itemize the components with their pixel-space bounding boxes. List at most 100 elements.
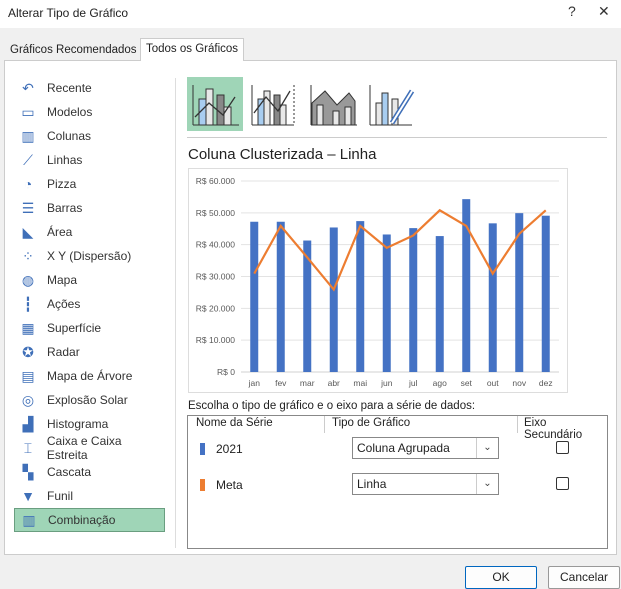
line-chart-icon: ⟋ <box>23 151 33 168</box>
sidebar-item--rea[interactable]: ◣ Área <box>14 220 165 244</box>
column-chart-icon: ▥ <box>21 127 35 144</box>
x-tick-label: ago <box>433 378 447 388</box>
sidebar-item-barras[interactable]: ☰ Barras <box>14 196 165 220</box>
secondary-axis-checkbox[interactable] <box>556 441 569 454</box>
x-tick-label: jul <box>408 378 418 388</box>
header-series-name: Nome da Série <box>196 417 273 429</box>
x-tick-label: jun <box>380 378 393 388</box>
y-tick-label: R$ 20.000 <box>196 303 235 313</box>
bar-jan <box>250 221 259 372</box>
y-tick-label: R$ 30.000 <box>196 272 235 282</box>
sidebar-item-x-y-dispers-o-[interactable]: ⁘ X Y (Dispersão) <box>14 244 165 268</box>
subtype-clustered-column-line[interactable] <box>187 77 243 131</box>
close-button[interactable]: ✕ <box>598 3 610 20</box>
sidebar-item-recente[interactable]: ↶ Recente <box>14 76 165 100</box>
header-chart-type: Tipo de Gráfico <box>332 417 411 429</box>
box-whisker-icon: ⌶ <box>23 439 33 456</box>
sidebar-item-label: Ações <box>47 297 81 311</box>
x-tick-label: mar <box>300 378 315 388</box>
x-tick-label: set <box>461 378 473 388</box>
sidebar-item-caixa-e-caixa-estreita[interactable]: ⌶ Caixa e Caixa Estreita <box>14 434 165 462</box>
y-tick-label: R$ 40.000 <box>196 240 235 250</box>
divider <box>175 78 176 548</box>
y-tick-label: R$ 10.000 <box>196 335 235 345</box>
chart-preview-title: Coluna Clusterizada – Linha <box>188 146 377 163</box>
sidebar-item-combina-o[interactable]: ▥ Combinação <box>14 508 165 532</box>
sidebar-item-label: Histograma <box>47 417 109 431</box>
sidebar-item-funil[interactable]: ▼ Funil <box>14 484 165 508</box>
series-name: Meta <box>216 478 243 492</box>
sidebar-item-label: Mapa de Árvore <box>47 369 133 383</box>
sidebar-item-a-es[interactable]: ┇ Ações <box>14 292 165 316</box>
y-tick-label: R$ 60.000 <box>196 176 235 186</box>
series-name: 2021 <box>216 442 243 456</box>
chart-preview: R$ 0 R$ 10.000 R$ 20.000 R$ 30.000 R$ 40.000… <box>188 168 568 393</box>
bar-out <box>488 223 497 372</box>
subtype-custom-combination[interactable] <box>364 77 420 131</box>
sidebar-item-linhas[interactable]: ⟋ Linhas <box>14 148 165 172</box>
bar-fev <box>276 221 285 372</box>
tab-all-charts[interactable]: Todos os Gráficos <box>140 38 245 61</box>
cancel-button[interactable]: Cancelar <box>548 566 620 589</box>
y-tick-label: R$ 0 <box>217 367 235 377</box>
surface-chart-icon: ▦ <box>21 319 35 336</box>
sidebar-item-label: Colunas <box>47 129 92 143</box>
sidebar-item-colunas[interactable]: ▥ Colunas <box>14 124 165 148</box>
sidebar-item-label: Mapa <box>47 273 78 287</box>
dropdown-value: Linha <box>357 477 387 491</box>
x-tick-label: abr <box>328 378 340 388</box>
funnel-icon: ▼ <box>21 488 35 504</box>
combo-chart-icon <box>192 85 239 126</box>
treemap-icon: ▤ <box>21 367 35 384</box>
sidebar-item-mapa-de-rvore[interactable]: ▤ Mapa de Árvore <box>14 364 165 388</box>
sidebar-item-label: Caixa e Caixa Estreita <box>46 434 122 462</box>
sidebar-item-label: Linhas <box>47 153 83 167</box>
x-tick-label: jan <box>248 378 261 388</box>
x-tick-label: nov <box>512 378 526 388</box>
sidebar-item-radar[interactable]: ✪ Radar <box>14 340 165 364</box>
undo-icon: ↶ <box>22 79 34 96</box>
sidebar-item-label: Radar <box>47 345 80 359</box>
sidebar-item-label: Pizza <box>47 177 77 191</box>
area-column-icon <box>310 85 357 126</box>
divider <box>324 416 325 433</box>
sidebar-item-label: Funil <box>47 489 74 503</box>
series-row: 2021 Coluna Agrupada ⌄ <box>188 434 607 464</box>
x-tick-label: out <box>487 378 499 388</box>
scatter-chart-icon: ⁘ <box>22 247 34 264</box>
sidebar-item-pizza[interactable]: ◔ Pizza <box>14 172 165 196</box>
bar-jul <box>409 228 418 372</box>
series-section-label: Escolha o tipo de gráfico e o eixo para … <box>188 400 476 412</box>
sidebar-item-label: Explosão Solar <box>47 393 128 407</box>
chart-type-dropdown[interactable]: Linha ⌄ <box>352 473 499 495</box>
subtype-stacked-area-column[interactable] <box>305 77 361 131</box>
ok-button[interactable]: OK <box>465 566 537 589</box>
y-tick-label: R$ 50.000 <box>196 208 235 218</box>
custom-combo-icon <box>369 85 415 126</box>
sidebar-item-cascata[interactable]: ▚ Cascata <box>14 460 165 484</box>
chart-type-dropdown[interactable]: Coluna Agrupada ⌄ <box>352 437 499 459</box>
dropdown-value: Coluna Agrupada <box>357 441 450 455</box>
series-row: Meta Linha ⌄ <box>188 470 607 500</box>
x-tick-label: mai <box>353 378 367 388</box>
help-button[interactable]: ? <box>568 3 576 19</box>
line-series-meta <box>253 208 547 292</box>
sidebar-item-label: Modelos <box>47 105 93 119</box>
sidebar-item-superf-cie[interactable]: ▦ Superfície <box>14 316 165 340</box>
sidebar-item-modelos[interactable]: ▭ Modelos <box>14 100 165 124</box>
secondary-axis-checkbox[interactable] <box>556 477 569 490</box>
radar-chart-icon: ✪ <box>22 343 34 360</box>
subtype-column-line-secondary-axis[interactable] <box>246 77 302 131</box>
sidebar-item-explos-o-solar[interactable]: ◎ Explosão Solar <box>14 388 165 412</box>
sidebar-item-label: Cascata <box>47 465 92 479</box>
tab-recommended-charts[interactable]: Gráficos Recomendados <box>4 40 143 60</box>
dialog-title: Alterar Tipo de Gráfico <box>8 6 129 20</box>
sidebar-item-histograma[interactable]: ▟ Histograma <box>14 412 165 436</box>
title-bar: Alterar Tipo de Gráfico ? ✕ <box>0 0 621 28</box>
x-tick-label: dez <box>539 378 553 388</box>
sidebar-item-label: Área <box>47 225 73 239</box>
sidebar-item-mapa[interactable]: ◍ Mapa <box>14 268 165 292</box>
sidebar-item-label: X Y (Dispersão) <box>47 249 132 263</box>
combo-secondary-axis-icon <box>251 85 295 126</box>
stock-chart-icon: ┇ <box>23 295 33 312</box>
